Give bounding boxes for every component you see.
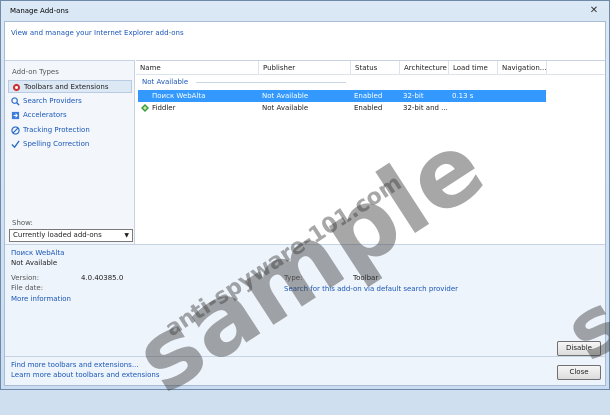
find-more-link[interactable]: Find more toolbars and extensions... bbox=[11, 361, 139, 369]
addon-list: Name Publisher Status Architecture Load … bbox=[136, 60, 605, 244]
column-status[interactable]: Status bbox=[351, 61, 400, 75]
detail-addon-name: Поиск WebAlta bbox=[11, 249, 65, 257]
sidebar-item-search-providers[interactable]: Search Providers bbox=[8, 95, 132, 108]
no-entry-icon bbox=[11, 126, 20, 135]
file-date-label: File date: bbox=[11, 284, 44, 292]
row-load-time: 0.13 s bbox=[452, 92, 474, 100]
sidebar-item-label: Accelerators bbox=[23, 111, 67, 119]
addon-details-pane: Поиск WebAlta Not Available Version: 4.0… bbox=[5, 244, 605, 328]
column-architecture[interactable]: Architecture bbox=[400, 61, 449, 75]
accelerator-icon bbox=[11, 111, 20, 120]
title-bar: Manage Add-ons ✕ bbox=[1, 1, 609, 21]
manage-addons-window: Manage Add-ons ✕ View and manage your In… bbox=[0, 0, 610, 415]
group-not-available: Not Available bbox=[142, 78, 189, 86]
column-header-row: Name Publisher Status Architecture Load … bbox=[136, 61, 605, 75]
version-label: Version: bbox=[11, 274, 40, 282]
footer-area: Disable Find more toolbars and extension… bbox=[5, 328, 605, 385]
row-publisher: Not Available bbox=[262, 92, 309, 100]
sidebar-item-tracking-protection[interactable]: Tracking Protection bbox=[8, 124, 132, 137]
column-load-time[interactable]: Load time bbox=[449, 61, 498, 75]
close-window-button[interactable]: ✕ bbox=[585, 4, 603, 18]
row-status: Enabled bbox=[354, 104, 383, 112]
sidebar-item-label: Search Providers bbox=[23, 97, 82, 105]
search-addon-link[interactable]: Search for this add-on via default searc… bbox=[284, 285, 458, 293]
column-navigation[interactable]: Navigation... bbox=[498, 61, 547, 75]
gear-icon bbox=[12, 83, 21, 92]
version-value: 4.0.40385.0 bbox=[81, 274, 124, 282]
table-row[interactable]: Fiddler Not Available Enabled 32-bit and… bbox=[138, 102, 546, 114]
row-name: Fiddler bbox=[152, 104, 176, 112]
addon-types-pane: Add-on Types Toolbars and Extensions Sea… bbox=[5, 60, 135, 244]
header-band: View and manage your Internet Explorer a… bbox=[5, 22, 605, 60]
view-manage-link[interactable]: View and manage your Internet Explorer a… bbox=[11, 29, 184, 37]
row-architecture: 32-bit and ... bbox=[403, 104, 448, 112]
show-dropdown-value: Currently loaded add-ons bbox=[13, 231, 102, 239]
column-name[interactable]: Name bbox=[136, 61, 259, 75]
sidebar-item-accelerators[interactable]: Accelerators bbox=[8, 109, 132, 122]
table-row[interactable]: Поиск WebAlta Not Available Enabled 32-b… bbox=[138, 90, 546, 102]
learn-more-link[interactable]: Learn more about toolbars and extensions bbox=[11, 371, 159, 379]
row-architecture: 32-bit bbox=[403, 92, 424, 100]
column-publisher[interactable]: Publisher bbox=[259, 61, 351, 75]
close-button[interactable]: Close bbox=[557, 365, 601, 380]
search-icon bbox=[11, 97, 20, 106]
show-label: Show: bbox=[12, 219, 33, 227]
sidebar-item-toolbars-extensions[interactable]: Toolbars and Extensions bbox=[8, 80, 132, 93]
spell-check-icon bbox=[11, 140, 20, 149]
disable-button[interactable]: Disable bbox=[557, 341, 601, 356]
type-value: Toolbar bbox=[353, 274, 379, 282]
group-divider bbox=[196, 82, 346, 83]
row-publisher: Not Available bbox=[262, 104, 309, 112]
show-dropdown[interactable]: Currently loaded add-ons ▼ bbox=[9, 229, 133, 242]
fiddler-diamond-icon bbox=[141, 104, 149, 112]
sidebar-item-label: Toolbars and Extensions bbox=[24, 83, 109, 91]
detail-publisher: Not Available bbox=[11, 259, 58, 267]
sidebar-item-spelling-correction[interactable]: Spelling Correction bbox=[8, 138, 132, 151]
type-label: Type: bbox=[284, 274, 303, 282]
window-title: Manage Add-ons bbox=[10, 7, 69, 15]
dialog-content: View and manage your Internet Explorer a… bbox=[4, 21, 606, 386]
sidebar-item-label: Tracking Protection bbox=[23, 126, 90, 134]
chevron-down-icon: ▼ bbox=[124, 232, 129, 239]
footer-divider bbox=[5, 356, 605, 357]
row-name: Поиск WebAlta bbox=[152, 92, 206, 100]
row-status: Enabled bbox=[354, 92, 383, 100]
sidebar-item-label: Spelling Correction bbox=[23, 140, 90, 148]
more-information-link[interactable]: More information bbox=[11, 295, 71, 303]
addon-types-heading: Add-on Types bbox=[12, 68, 59, 76]
